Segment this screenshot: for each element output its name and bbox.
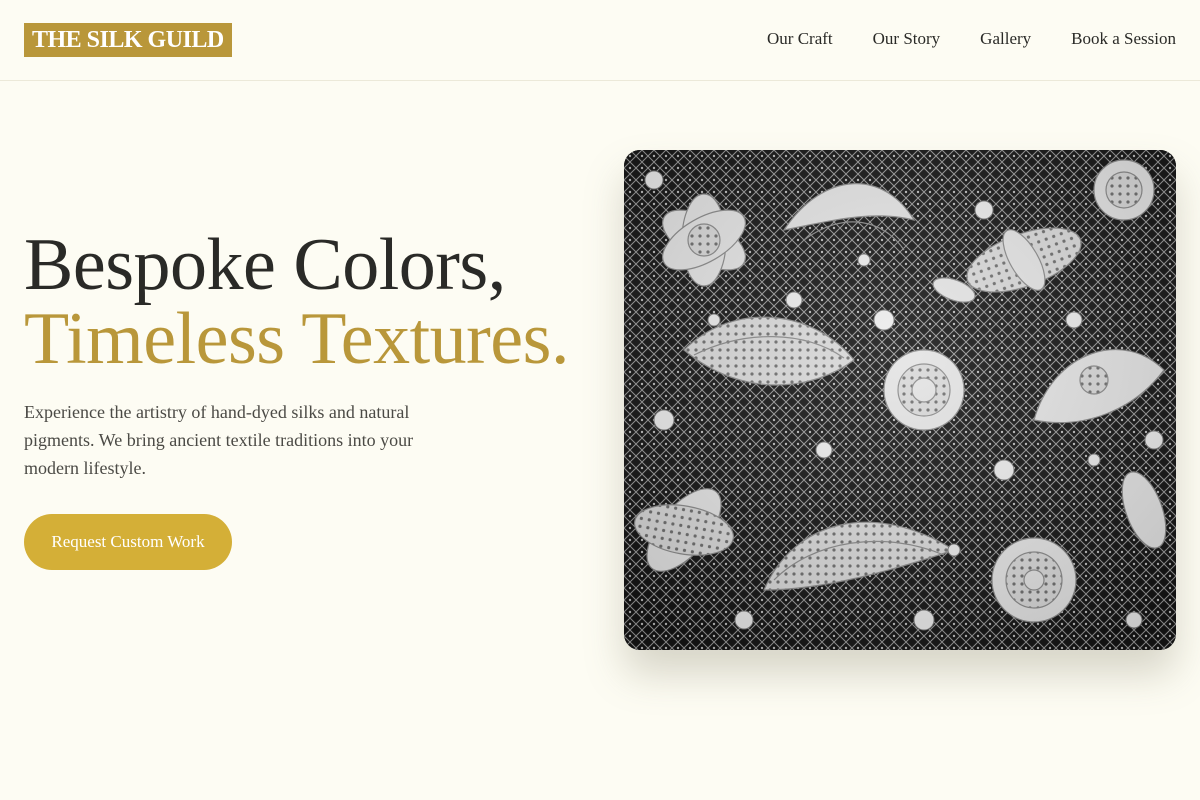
nav-link-our-craft[interactable]: Our Craft <box>767 28 833 50</box>
nav-link-book-session[interactable]: Book a Session <box>1071 28 1176 50</box>
main-nav: Our Craft Our Story Gallery Book a Sessi… <box>767 28 1176 50</box>
site-header: THE SILK GUILD Our Craft Our Story Galle… <box>0 0 1200 81</box>
hero-title-line-1: Bespoke Colors, <box>24 224 506 306</box>
hero-description: Experience the artistry of hand-dyed sil… <box>24 402 414 478</box>
brand-logo[interactable]: THE SILK GUILD <box>24 23 232 57</box>
hero-title: Bespoke Colors, Timeless Textures. <box>24 228 569 376</box>
nav-link-gallery[interactable]: Gallery <box>980 28 1031 50</box>
request-custom-work-button[interactable]: Request Custom Work <box>24 514 232 570</box>
nav-link-our-story[interactable]: Our Story <box>873 28 941 50</box>
hero-title-line-2: Timeless Textures. <box>24 298 569 380</box>
lace-fabric-image <box>624 150 1176 650</box>
